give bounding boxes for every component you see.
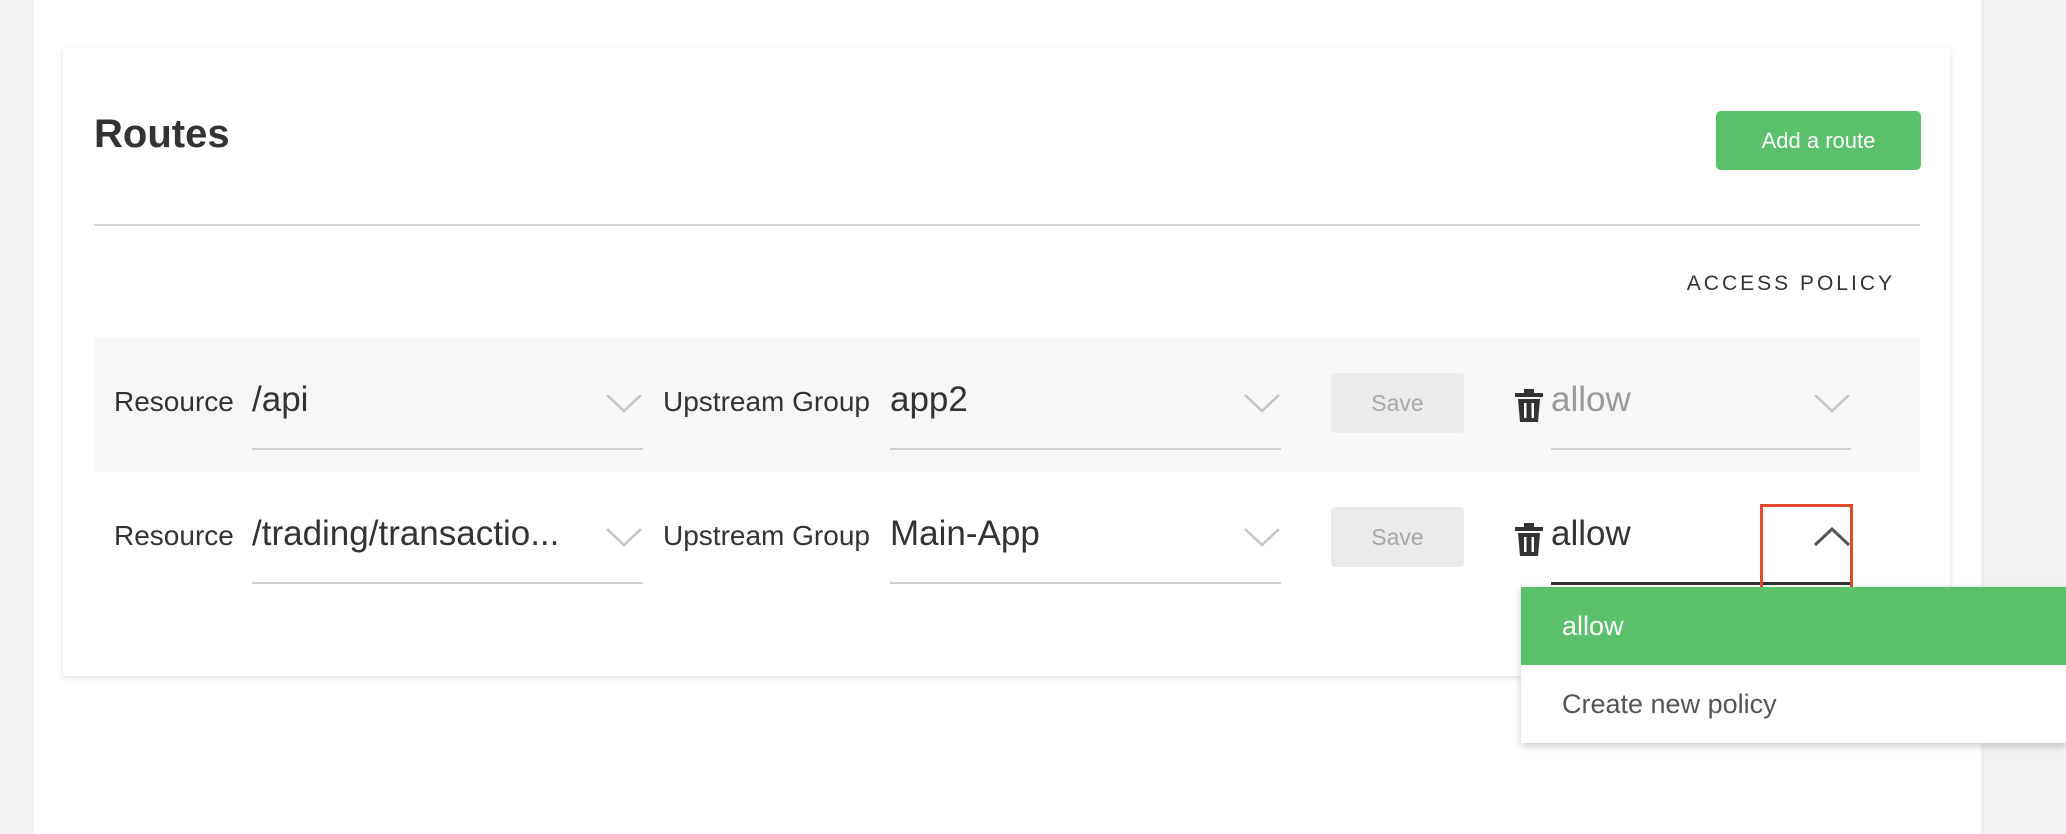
save-button[interactable]: Save bbox=[1331, 507, 1464, 567]
routes-card: Routes Add a route ACCESS POLICY Resourc… bbox=[63, 48, 1950, 676]
routes-title: Routes bbox=[94, 112, 230, 156]
save-button[interactable]: Save bbox=[1331, 373, 1464, 433]
resource-value: /trading/transactio... bbox=[252, 514, 560, 553]
upstream-group-label: Upstream Group bbox=[663, 386, 870, 417]
resource-label: Resource bbox=[114, 386, 234, 417]
resource-value: /api bbox=[252, 380, 309, 419]
access-policy-header: ACCESS POLICY bbox=[1686, 272, 1895, 295]
chevron-down-icon[interactable] bbox=[605, 526, 643, 548]
add-route-button[interactable]: Add a route bbox=[1716, 111, 1921, 170]
upstream-group-label: Upstream Group bbox=[663, 520, 870, 551]
resource-select[interactable]: /api bbox=[252, 366, 643, 450]
resource-label: Resource bbox=[114, 520, 234, 551]
upstream-group-select[interactable]: app2 bbox=[890, 366, 1281, 450]
upstream-group-value: app2 bbox=[890, 380, 968, 419]
page-left-gutter bbox=[0, 0, 34, 834]
chevron-down-icon[interactable] bbox=[1813, 392, 1851, 414]
route-row: Resource /api Upstream Group app2 Save a… bbox=[94, 338, 1920, 472]
trash-icon[interactable] bbox=[1515, 523, 1543, 556]
chevron-down-icon[interactable] bbox=[1243, 526, 1281, 548]
chevron-down-icon[interactable] bbox=[605, 392, 643, 414]
route-row: Resource /trading/transactio... Upstream… bbox=[94, 472, 1920, 606]
trash-icon[interactable] bbox=[1515, 389, 1543, 422]
dropdown-option-allow[interactable]: allow bbox=[1521, 587, 2066, 665]
upstream-group-value: Main-App bbox=[890, 514, 1040, 553]
access-policy-dropdown-menu: allow Create new policy bbox=[1521, 587, 2066, 743]
chevron-highlight-box bbox=[1760, 504, 1853, 593]
access-policy-select[interactable]: allow bbox=[1551, 366, 1851, 450]
resource-select[interactable]: /trading/transactio... bbox=[252, 500, 643, 584]
chevron-down-icon[interactable] bbox=[1243, 392, 1281, 414]
header-divider bbox=[94, 224, 1920, 226]
upstream-group-select[interactable]: Main-App bbox=[890, 500, 1281, 584]
dropdown-option-create-new-policy[interactable]: Create new policy bbox=[1521, 665, 2066, 743]
